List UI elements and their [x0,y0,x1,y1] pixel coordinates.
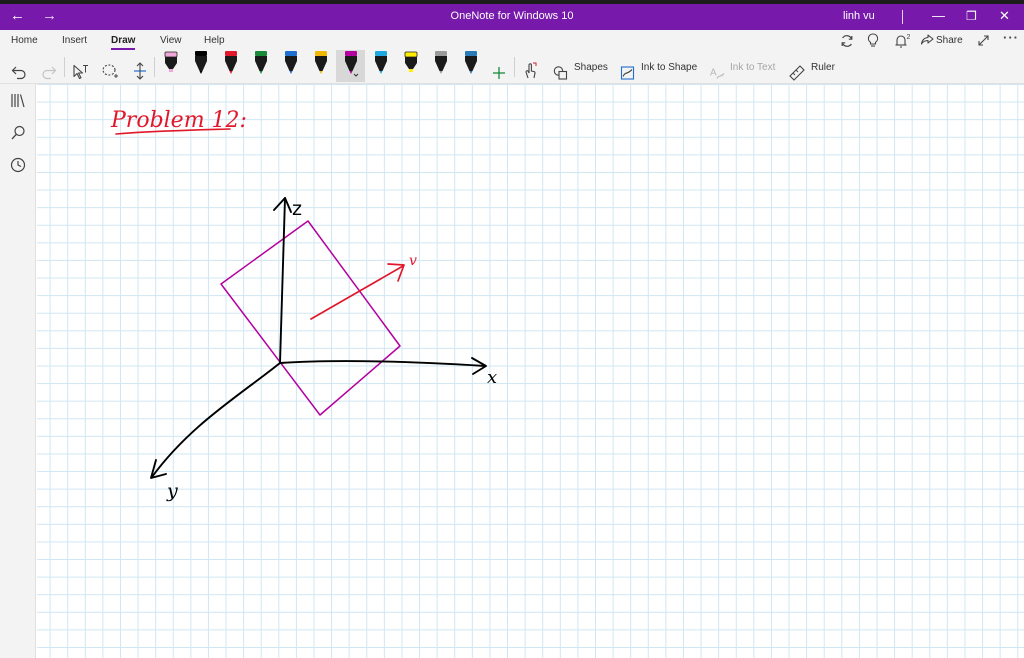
notifications-bell-icon[interactable]: 2 [894,33,912,49]
tab-help[interactable]: Help [204,35,225,46]
search-icon[interactable] [9,124,27,142]
z-axis-arrowhead [273,197,292,213]
close-button[interactable]: ✕ [999,7,1010,25]
y-axis-label: y [166,480,178,502]
tab-view[interactable]: View [160,35,182,46]
z-axis [279,197,286,364]
pen-11[interactable] [462,49,480,77]
toolbar-separator [154,57,155,77]
x-axis-label: x [487,367,497,388]
tab-draw[interactable]: Draw [111,35,135,46]
minimize-button[interactable]: — [932,7,945,25]
lightbulb-icon[interactable] [867,33,879,48]
highlighter-1[interactable] [162,49,180,77]
undo-icon[interactable] [11,58,27,86]
ink-drawing: Problem 12: z x y v [110,108,497,502]
add-pen-icon[interactable] [492,59,506,87]
title-bar: ← → OneNote for Windows 10 linh vu — ❐ ✕ [0,4,1024,30]
pen-2[interactable] [192,49,210,77]
sync-icon[interactable] [840,34,854,48]
plane-parallelogram [220,220,401,416]
tab-insert[interactable]: Insert [62,35,87,46]
touch-drawing-icon[interactable] [522,57,538,85]
pen-7[interactable] [342,49,360,77]
ruler-icon[interactable] [789,59,805,87]
svg-text:A: A [710,68,717,79]
pen-8[interactable] [372,49,390,77]
ink-to-shape-icon[interactable] [620,59,635,87]
full-screen-icon[interactable] [977,34,990,47]
vector-v [310,265,404,320]
active-tab-indicator [111,48,135,50]
lasso-select-icon[interactable] [101,57,119,85]
ribbon: Home Insert Draw View Help 2 Share ··· S… [0,30,1024,84]
toolbar-separator [64,57,65,77]
x-axis [279,360,486,367]
pen-6[interactable] [312,49,330,77]
redo-icon[interactable] [41,58,57,86]
ink-to-shape-button[interactable]: Ink to Shape [641,62,697,73]
notification-count: 2 [907,34,911,41]
share-icon[interactable] [920,34,934,47]
user-name[interactable]: linh vu [843,10,875,22]
recent-notes-clock-icon[interactable] [9,156,27,174]
vector-v-label: v [409,253,417,269]
z-axis-label: z [292,198,302,220]
shapes-icon[interactable] [553,59,568,87]
toolbar-separator [514,57,515,77]
notebooks-icon[interactable] [9,92,27,110]
restore-button[interactable]: ❐ [966,7,977,25]
add-space-icon[interactable] [132,57,148,85]
ruler-button[interactable]: Ruler [811,62,835,73]
type-select-icon[interactable] [71,57,89,85]
title-separator [902,10,903,24]
more-options-icon[interactable]: ··· [1003,30,1019,45]
tab-home[interactable]: Home [11,35,38,46]
pen-5[interactable] [282,49,300,77]
note-page-canvas[interactable]: Problem 12: z x y v [37,84,1024,658]
ink-to-text-button[interactable]: Ink to Text [730,62,775,73]
pen-4[interactable] [252,49,270,77]
pen-10[interactable] [432,49,450,77]
shapes-button[interactable]: Shapes [574,62,608,73]
share-button[interactable]: Share [936,35,963,46]
pen-3[interactable] [222,49,240,77]
highlighter-9[interactable] [402,49,420,77]
navigation-sidebar [0,84,36,658]
ink-to-text-icon[interactable]: A [709,59,725,87]
y-axis [151,362,281,478]
